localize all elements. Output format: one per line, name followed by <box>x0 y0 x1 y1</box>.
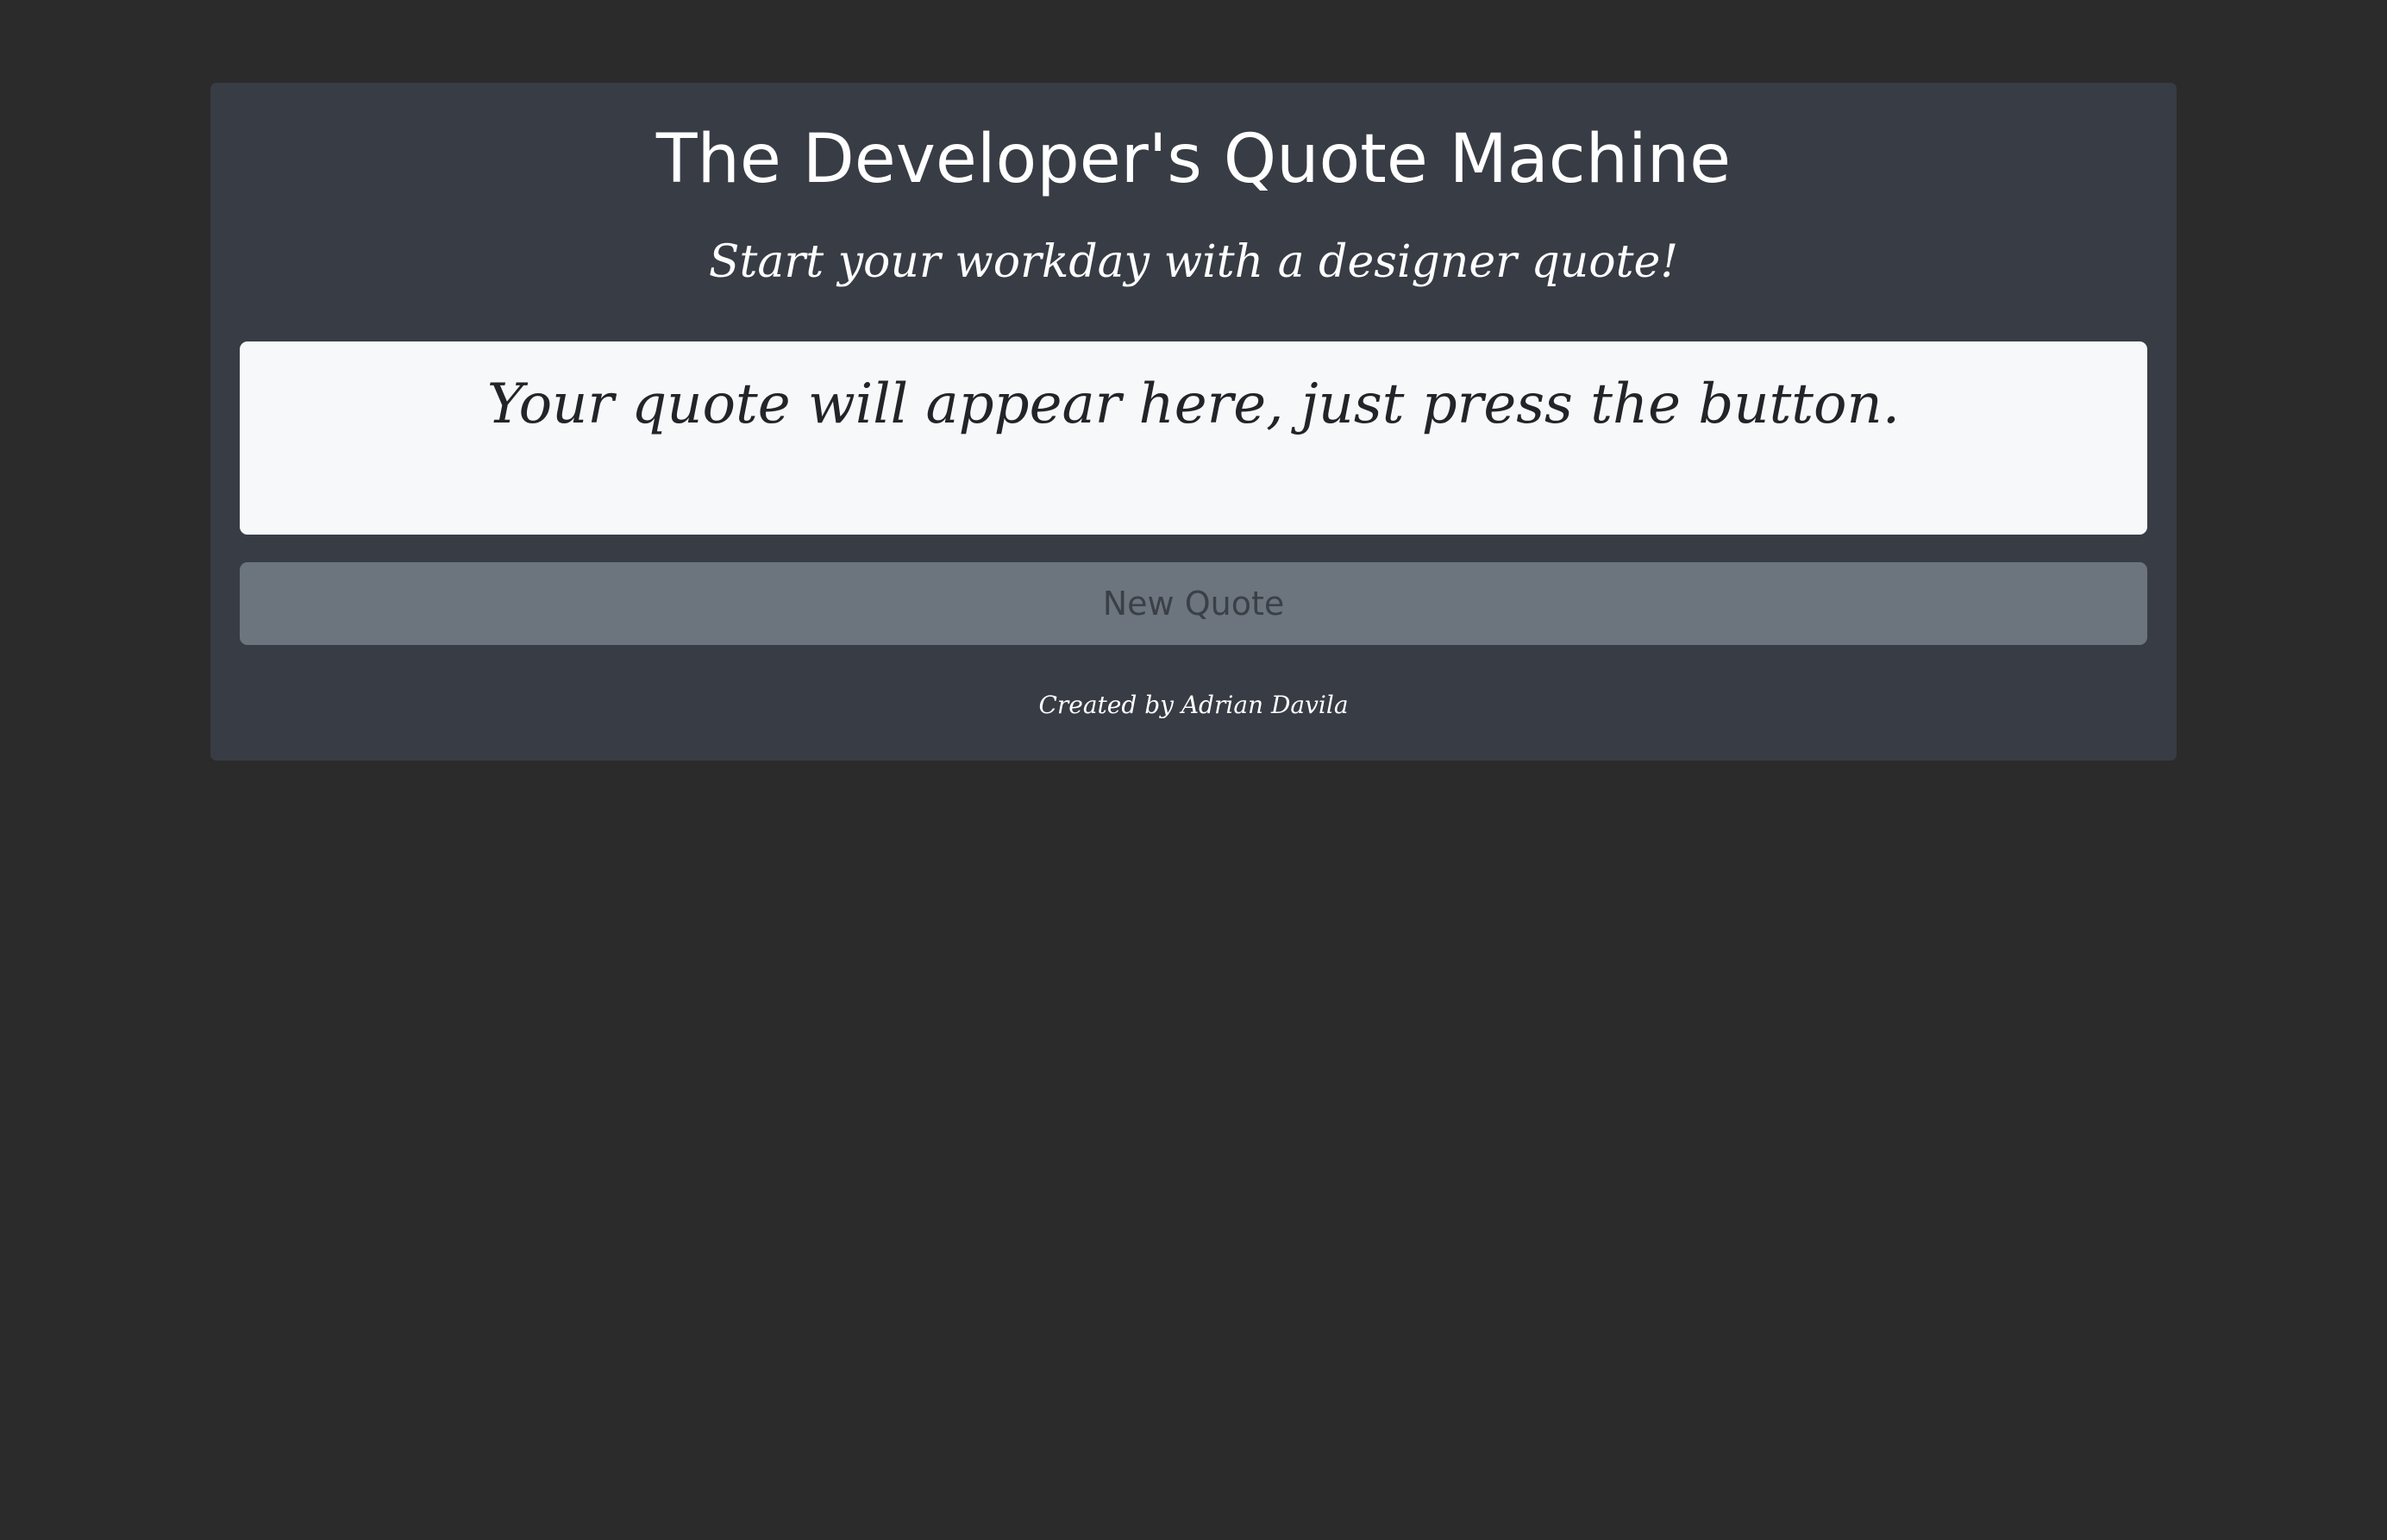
quote-text: Your quote will appear here, just press … <box>486 372 1901 436</box>
page-title: The Developer's Quote Machine <box>655 121 1732 198</box>
footer-credit: Created by Adrian Davila <box>1038 691 1349 719</box>
page-subtitle: Start your workday with a designer quote… <box>708 236 1679 288</box>
quote-box: Your quote will appear here, just press … <box>240 341 2147 535</box>
new-quote-button[interactable]: New Quote <box>240 562 2147 645</box>
quote-machine-card: The Developer's Quote Machine Start your… <box>210 83 2177 761</box>
